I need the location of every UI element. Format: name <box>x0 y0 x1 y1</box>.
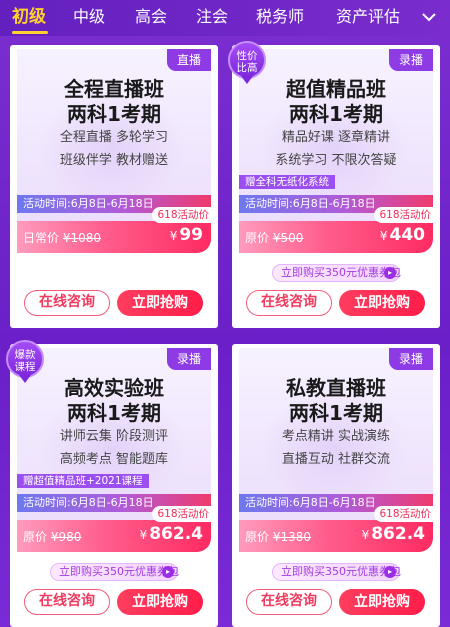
buy-now-button[interactable]: 立即抢购 <box>339 589 425 615</box>
activity-price-tag: 618活动价 <box>152 207 214 223</box>
chevron-right-icon: ▸ <box>162 566 174 578</box>
online-consult-button[interactable]: 在线咨询 <box>246 290 332 316</box>
coupon-pack-link[interactable]: 立即购买350元优惠券包 ▸ <box>272 264 401 282</box>
tab-cpa[interactable]: 注会 <box>196 5 228 29</box>
original-price: 日常价 ¥1080 <box>23 231 102 245</box>
chevron-down-icon[interactable] <box>420 8 438 26</box>
course-subtitle: 两科1考期 <box>289 102 383 126</box>
current-price: ¥440 <box>379 225 425 245</box>
course-features-1: 全程直播 多轮学习 <box>59 130 169 145</box>
online-consult-button[interactable]: 在线咨询 <box>24 589 110 615</box>
original-price: 原价 ¥980 <box>23 530 82 544</box>
chevron-right-icon: ▸ <box>384 267 396 279</box>
course-features-2: 直播互动 社群交流 <box>281 452 391 467</box>
course-subtitle: 两科1考期 <box>67 401 161 425</box>
buy-now-button[interactable]: 立即抢购 <box>117 589 203 615</box>
course-card-efficient-lab: 录播 高效实验班 两科1考期 讲师云集 阶段测评 高频考点 智能题库 赠超值精品… <box>10 344 218 627</box>
current-price: ¥862.4 <box>139 524 203 544</box>
buy-now-button[interactable]: 立即抢购 <box>339 290 425 316</box>
value-corner-badge: 性价 比高 <box>228 41 266 84</box>
online-consult-button[interactable]: 在线咨询 <box>24 290 110 316</box>
price-bar: 原价 ¥1380 ¥862.4 <box>239 520 433 552</box>
course-features-2: 班级伴学 教材赠送 <box>59 153 169 168</box>
course-card-private-live: 录播 私教直播班 两科1考期 考点精讲 实战演练 直播互动 社群交流 活动时间:… <box>232 344 440 627</box>
course-features-1: 考点精讲 实战演练 <box>281 429 391 444</box>
coupon-pack-link[interactable]: 立即购买350元优惠券包 ▸ <box>272 563 401 581</box>
current-price: ¥99 <box>169 225 203 245</box>
tab-junior[interactable]: 初级 <box>12 5 46 29</box>
activity-price-tag: 618活动价 <box>374 207 436 223</box>
tab-senior[interactable]: 高会 <box>135 5 167 29</box>
course-card-value-premium: 录播 超值精品班 两科1考期 精品好课 逐章精讲 系统学习 不限次答疑 赠全科无… <box>232 45 440 328</box>
activity-price-tag: 618活动价 <box>374 506 436 522</box>
course-subtitle: 两科1考期 <box>67 102 161 126</box>
price-bar: 原价 ¥500 ¥440 <box>239 221 433 253</box>
chevron-right-icon: ▸ <box>384 566 396 578</box>
tab-asset-valuation[interactable]: 资产评估 <box>336 5 400 29</box>
level-tab-bar: 初级 中级 高会 注会 税务师 资产评估 <box>0 0 450 36</box>
hot-course-corner-badge: 爆款 课程 <box>6 340 44 383</box>
original-price: 原价 ¥500 <box>245 231 304 245</box>
course-title: 私教直播班 <box>286 376 386 400</box>
price-bar: 原价 ¥980 ¥862.4 <box>17 520 211 552</box>
gift-label: 赠全科无纸化系统 <box>239 175 335 189</box>
course-features-1: 讲师云集 阶段测评 <box>59 429 169 444</box>
course-title: 全程直播班 <box>64 77 164 101</box>
course-features-2: 系统学习 不限次答疑 <box>275 153 397 168</box>
buy-now-button[interactable]: 立即抢购 <box>117 290 203 316</box>
course-type-badge: 录播 <box>389 348 433 370</box>
course-type-badge: 直播 <box>167 49 211 71</box>
active-tab-underline <box>12 31 48 34</box>
course-title: 超值精品班 <box>286 77 386 101</box>
course-card-full-live: 直播 全程直播班 两科1考期 全程直播 多轮学习 班级伴学 教材赠送 活动时间:… <box>10 45 218 328</box>
original-price: 原价 ¥1380 <box>245 530 312 544</box>
activity-price-tag: 618活动价 <box>152 506 214 522</box>
course-type-badge: 录播 <box>167 348 211 370</box>
current-price: ¥862.4 <box>361 524 425 544</box>
course-features-2: 高频考点 智能题库 <box>59 452 169 467</box>
course-type-badge: 录播 <box>389 49 433 71</box>
course-subtitle: 两科1考期 <box>289 401 383 425</box>
online-consult-button[interactable]: 在线咨询 <box>246 589 332 615</box>
coupon-pack-link[interactable]: 立即购买350元优惠券包 ▸ <box>50 563 179 581</box>
tab-intermediate[interactable]: 中级 <box>73 5 105 29</box>
course-title: 高效实验班 <box>64 376 164 400</box>
gift-label: 赠超值精品班+2021课程 <box>17 474 149 488</box>
course-features-1: 精品好课 逐章精讲 <box>281 130 391 145</box>
tab-tax-agent[interactable]: 税务师 <box>256 5 304 29</box>
price-bar: 日常价 ¥1080 ¥99 <box>17 221 211 253</box>
